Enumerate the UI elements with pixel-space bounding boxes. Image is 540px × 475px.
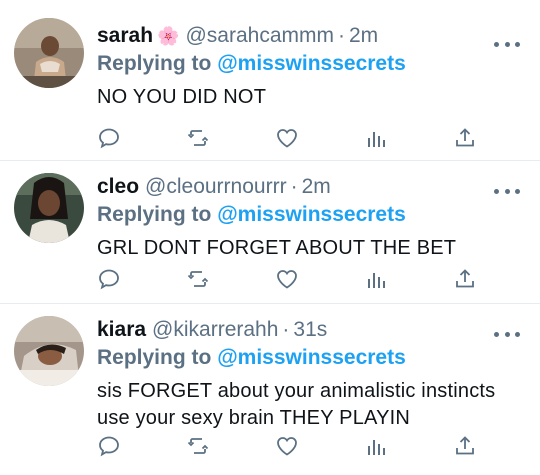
mention-link[interactable]: @misswinssecrets bbox=[217, 203, 406, 226]
replying-prefix: Replying to bbox=[97, 52, 212, 75]
tweet[interactable]: kiara @kikarrerahh · 31s Replying to @mi… bbox=[0, 304, 540, 475]
analytics-icon[interactable] bbox=[364, 267, 388, 291]
tweet-header: kiara @kikarrerahh · 31s bbox=[97, 316, 526, 344]
tweet-text-line: sis FORGET about your animalistic instin… bbox=[97, 380, 496, 402]
reply-icon[interactable] bbox=[97, 434, 121, 458]
mention-link[interactable]: @misswinssecrets bbox=[217, 346, 406, 369]
timestamp[interactable]: 31s bbox=[293, 316, 327, 344]
tweet-text: sis FORGET about your animalistic instin… bbox=[97, 378, 526, 432]
avatar[interactable] bbox=[14, 18, 84, 88]
tweet-content: kiara @kikarrerahh · 31s Replying to @mi… bbox=[97, 316, 526, 432]
tweet-content: sarah 🌸 @sarahcammm · 2m Replying to @mi… bbox=[97, 22, 526, 111]
tweet-actions bbox=[97, 267, 477, 291]
heart-icon[interactable] bbox=[275, 434, 299, 458]
separator-dot: · bbox=[290, 175, 298, 198]
tweet[interactable]: sarah 🌸 @sarahcammm · 2m Replying to @mi… bbox=[0, 0, 540, 161]
retweet-icon[interactable] bbox=[186, 267, 210, 291]
more-icon[interactable] bbox=[494, 181, 520, 201]
reply-feed: sarah 🌸 @sarahcammm · 2m Replying to @mi… bbox=[0, 0, 540, 475]
username[interactable]: @cleourrnourrr bbox=[145, 173, 287, 201]
replying-to: Replying to @misswinssecrets bbox=[97, 344, 526, 372]
display-name[interactable]: cleo bbox=[97, 173, 139, 201]
retweet-icon[interactable] bbox=[186, 126, 210, 150]
heart-icon[interactable] bbox=[275, 267, 299, 291]
separator-dot: · bbox=[282, 318, 290, 341]
separator-dot: · bbox=[337, 24, 345, 47]
tweet-text: NO YOU DID NOT bbox=[97, 86, 267, 108]
tweet-actions bbox=[97, 126, 477, 150]
username[interactable]: @kikarrerahh bbox=[152, 316, 278, 344]
timestamp[interactable]: 2m bbox=[349, 22, 378, 50]
display-name[interactable]: kiara bbox=[97, 316, 146, 344]
display-name[interactable]: sarah bbox=[97, 22, 153, 50]
mention-link[interactable]: @misswinssecrets bbox=[217, 52, 406, 75]
replying-to: Replying to @misswinssecrets bbox=[97, 50, 526, 78]
tweet-actions bbox=[97, 434, 477, 458]
more-icon[interactable] bbox=[494, 34, 520, 54]
username[interactable]: @sarahcammm bbox=[185, 22, 334, 50]
tweet-text-line: use your sexy brain THEY PLAYIN bbox=[97, 407, 411, 429]
share-icon[interactable] bbox=[453, 434, 477, 458]
tweet-text: GRL DONT FORGET ABOUT THE BET bbox=[97, 237, 457, 259]
tweet-header: cleo @cleourrnourrr · 2m bbox=[97, 173, 526, 201]
avatar[interactable] bbox=[14, 316, 84, 386]
analytics-icon[interactable] bbox=[364, 126, 388, 150]
timestamp[interactable]: 2m bbox=[302, 173, 331, 201]
retweet-icon[interactable] bbox=[186, 434, 210, 458]
more-icon[interactable] bbox=[494, 324, 520, 344]
flower-emoji: 🌸 bbox=[157, 26, 180, 46]
analytics-icon[interactable] bbox=[364, 434, 388, 458]
tweet[interactable]: cleo @cleourrnourrr · 2m Replying to @mi… bbox=[0, 161, 540, 304]
avatar[interactable] bbox=[14, 173, 84, 243]
reply-icon[interactable] bbox=[97, 267, 121, 291]
tweet-content: cleo @cleourrnourrr · 2m Replying to @mi… bbox=[97, 173, 526, 262]
tweet-header: sarah 🌸 @sarahcammm · 2m bbox=[97, 22, 526, 50]
replying-prefix: Replying to bbox=[97, 203, 212, 226]
replying-to: Replying to @misswinssecrets bbox=[97, 201, 526, 229]
replying-prefix: Replying to bbox=[97, 346, 212, 369]
heart-icon[interactable] bbox=[275, 126, 299, 150]
reply-icon[interactable] bbox=[97, 126, 121, 150]
share-icon[interactable] bbox=[453, 126, 477, 150]
share-icon[interactable] bbox=[453, 267, 477, 291]
